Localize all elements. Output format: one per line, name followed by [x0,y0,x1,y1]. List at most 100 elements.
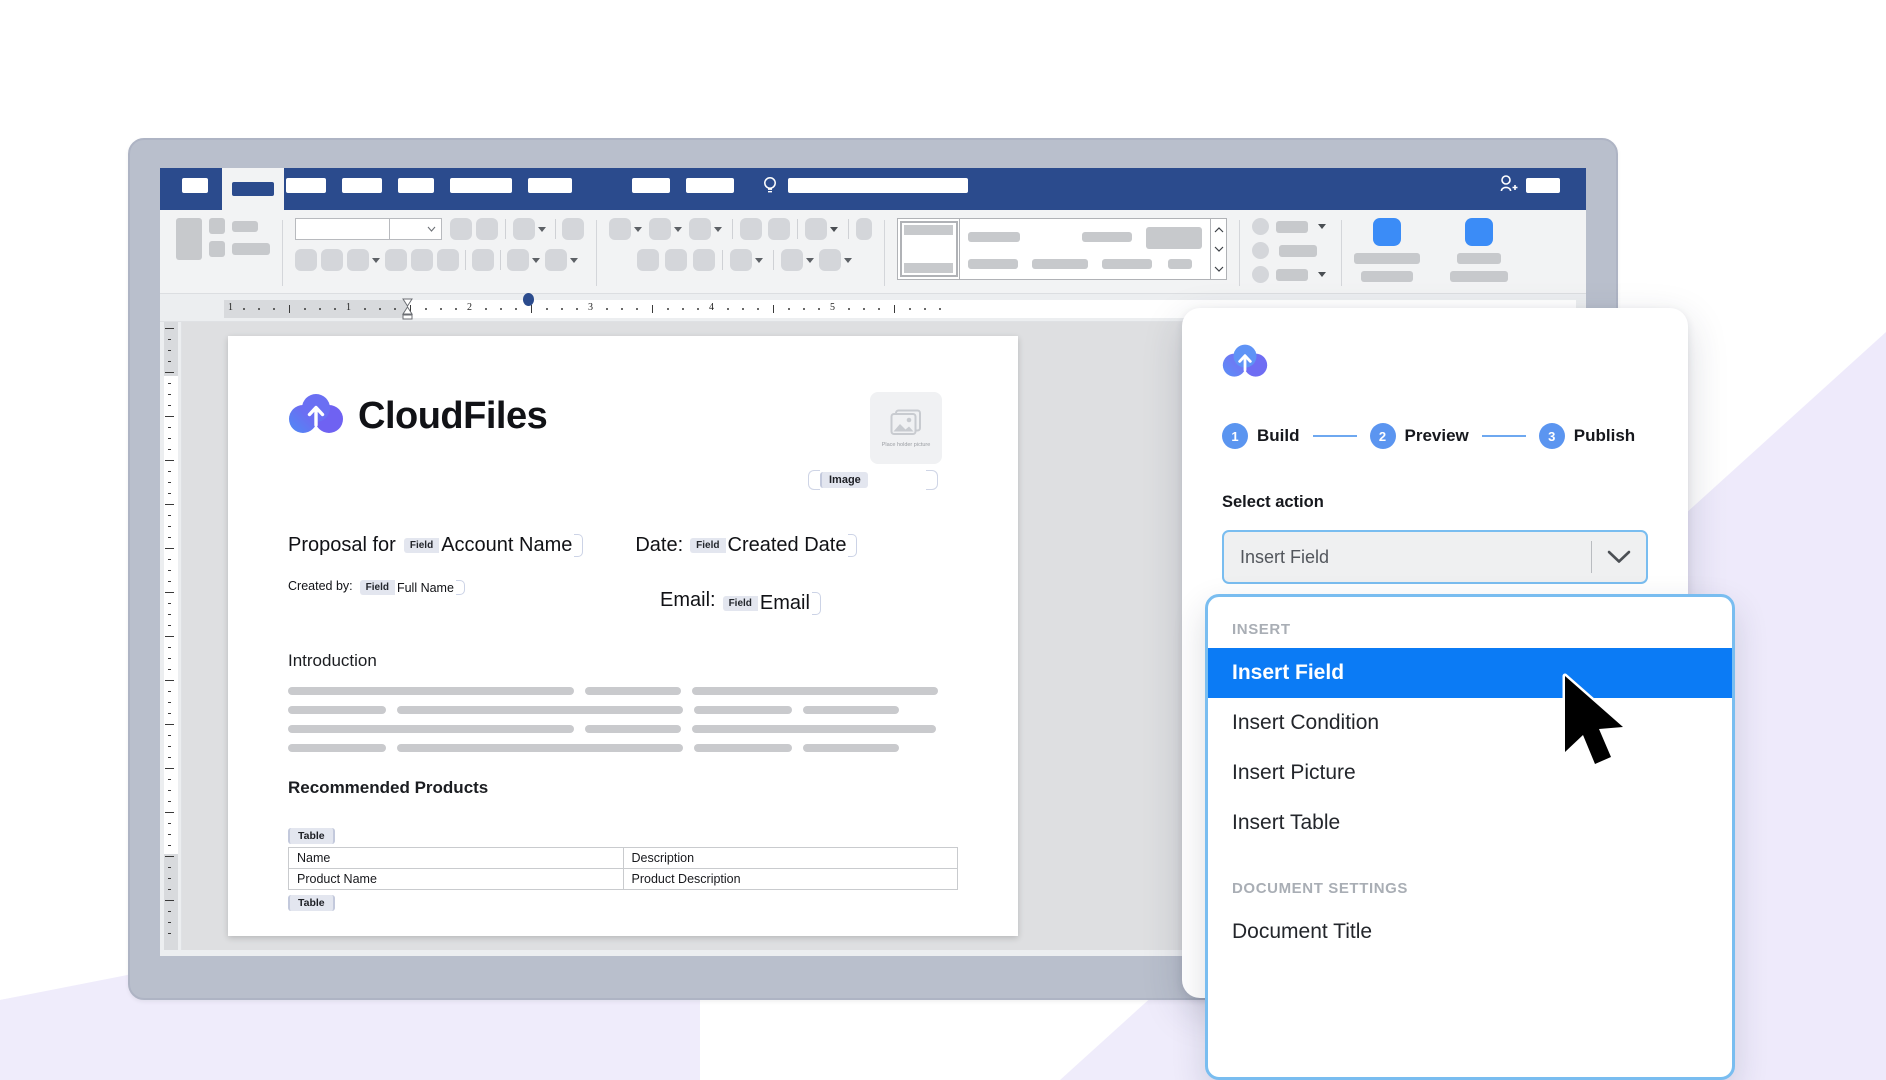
select-action-label: Select action [1222,493,1324,511]
menu-item-insert-condition[interactable]: Insert Condition [1208,698,1732,748]
brand-name: CloudFiles [358,395,548,437]
increase-indent-button[interactable] [768,218,790,240]
bullet-list-button[interactable] [609,218,631,240]
grow-font-button[interactable] [450,218,472,240]
format-painter-button[interactable] [209,241,225,257]
menu-group-document-settings: DOCUMENT SETTINGS [1232,880,1409,897]
change-case-button[interactable] [513,218,535,240]
select-action-menu[interactable]: INSERT Insert Field Insert Condition Ins… [1205,594,1735,1080]
menu-item-insert-picture[interactable]: Insert Picture [1208,748,1732,798]
borders-button[interactable] [819,249,841,271]
ribbon-tab-3[interactable] [286,177,326,193]
ribbon-tab-4[interactable] [342,177,382,193]
underline-button[interactable] [347,249,369,271]
font-size-combo[interactable] [390,218,442,240]
person-add-icon[interactable] [1498,174,1520,199]
placeholder-picture[interactable]: Place holder picture [870,392,942,464]
styles-gallery[interactable] [897,218,1227,280]
hourglass-indent-marker[interactable] [402,298,413,320]
field-tag: Field [403,538,440,553]
clipboard-extra-button[interactable] [232,243,270,255]
ribbon-tab-8[interactable] [632,177,670,193]
document-page[interactable]: CloudFiles Place holder picture Image Pr… [228,336,1018,936]
subscript-button[interactable] [411,249,433,271]
step-publish[interactable]: 3 Publish [1538,423,1635,449]
ribbon-group-font [283,218,596,294]
cut-button[interactable] [209,218,225,234]
doc-row-proposal-date: Proposal for Field Account Name Date: Fi… [288,534,958,557]
step-connector [1312,435,1357,437]
wizard-stepper: 1 Build 2 Preview 3 Publish [1222,423,1648,449]
field-account-name[interactable]: Field Account Name [403,534,584,557]
chevron-down-icon[interactable] [1592,550,1646,564]
products-table-block[interactable]: Table Name Description Product Name Prod… [288,826,958,911]
products-table[interactable]: Name Description Product Name Product De… [288,847,958,890]
table-header-row: Name Description [288,847,958,869]
ribbon-tab-home-active[interactable] [222,168,284,210]
italic-button[interactable] [321,249,343,271]
menu-item-insert-table[interactable]: Insert Table [1208,798,1732,848]
heading-recommended-products: Recommended Products [288,778,489,797]
document-brand: CloudFiles [288,392,548,441]
ribbon-tab-6[interactable] [450,177,512,193]
sort-button[interactable] [805,218,827,240]
show-marks-button[interactable] [856,218,872,240]
line-spacing-button[interactable] [730,249,752,271]
find-button[interactable] [1252,218,1269,235]
multilevel-list-button[interactable] [689,218,711,240]
select-action-dropdown[interactable]: Insert Field [1222,530,1648,584]
table-tag-top: Table [288,828,335,844]
clear-formatting-button[interactable] [562,218,584,240]
image-placeholder-block[interactable]: Place holder picture Image [808,392,958,500]
step-label: Preview [1404,426,1469,445]
body-text-skeleton [288,687,958,752]
menu-item-document-title[interactable]: Document Title [1208,907,1732,957]
ribbon-tab-9[interactable] [686,177,734,193]
step-build[interactable]: 1 Build [1222,423,1300,449]
select-button[interactable] [1252,266,1269,283]
date-label: Date: [635,534,684,556]
font-color-button[interactable] [545,249,567,271]
ribbon-group-editing [1240,218,1341,294]
field-created-date[interactable]: Field Created Date [690,534,858,557]
ribbon-tab-7[interactable] [528,177,572,193]
ribbon-tab-file[interactable] [182,177,208,193]
menu-item-insert-field[interactable]: Insert Field [1208,648,1732,698]
table-header-description: Description [622,847,958,869]
field-tag: Field [722,596,758,611]
account-name-chip[interactable] [1526,177,1560,193]
tell-me-search-box[interactable] [788,177,968,193]
created-by-label: Created by: [288,579,353,593]
superscript-button[interactable] [437,249,459,271]
align-center-button[interactable] [665,249,687,271]
ribbon-tab-5[interactable] [398,177,434,193]
image-tag: Image [820,472,868,488]
shading-button[interactable] [781,249,803,271]
field-full-name[interactable]: Field Full Name [359,580,465,595]
decrease-indent-button[interactable] [740,218,762,240]
shrink-font-button[interactable] [476,218,498,240]
vertical-ruler[interactable] [160,322,182,950]
field-email[interactable]: Field Email [722,592,821,615]
align-right-button[interactable] [693,249,715,271]
copy-button[interactable] [232,221,258,232]
font-name-combo[interactable] [295,218,390,240]
secondary-addin-button[interactable] [1465,218,1493,246]
text-effects-button[interactable] [472,249,494,271]
step-preview[interactable]: 2 Preview [1369,423,1469,449]
paste-button[interactable] [176,218,202,260]
lightbulb-search-icon[interactable] [762,176,778,196]
cloudfiles-addin-button[interactable] [1373,218,1401,246]
mouse-cursor-icon [1559,672,1633,781]
round-tab-stop[interactable] [523,293,534,306]
step-number: 1 [1222,423,1248,449]
styles-scroll-arrows[interactable] [1210,219,1226,279]
text-highlight-button[interactable] [507,249,529,271]
strikethrough-button[interactable] [385,249,407,271]
replace-button[interactable] [1252,242,1269,259]
align-left-button[interactable] [637,249,659,271]
email-label: Email: [660,589,716,611]
screenshot-root: 112345 CloudFiles Place holder picture I… [0,0,1886,1080]
numbered-list-button[interactable] [649,218,671,240]
bold-button[interactable] [295,249,317,271]
